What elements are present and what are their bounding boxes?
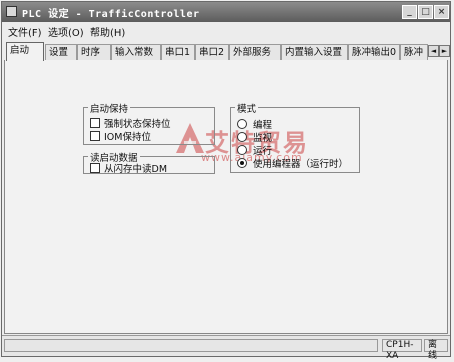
tab-serial-port-1[interactable]: 串口1: [161, 44, 195, 60]
app-icon: [6, 6, 17, 17]
plc-settings-window: PLC 设定 - TrafficController _ □ × 文件(F) 选…: [1, 1, 451, 361]
mode-run-radio[interactable]: [237, 145, 247, 155]
tab-scroll-right-icon[interactable]: ►: [439, 45, 450, 57]
mode-use-programmer-radio[interactable]: [237, 158, 247, 168]
window-title: PLC 设定 - TrafficController: [22, 9, 200, 20]
read-dm-from-flash-checkbox[interactable]: [90, 163, 100, 173]
menu-options[interactable]: 选项(O): [48, 24, 84, 39]
mode-group: 模式 编程 监视 运行 使用编程器（运行时）: [230, 101, 360, 173]
mode-program-option[interactable]: 编程: [237, 117, 272, 131]
tab-settings[interactable]: 设置: [45, 44, 77, 60]
startup-panel: 艾特贸易 www.aiamy.com 启动保持 强制状态保持位 IOM保持位 读…: [4, 60, 448, 334]
startup-read-group: 读启动数据 从闪存中读DM: [83, 150, 215, 175]
tab-serial-port-2[interactable]: 串口2: [195, 44, 229, 60]
minimize-button[interactable]: _: [402, 5, 417, 19]
startup-hold-group: 启动保持 强制状态保持位 IOM保持位: [83, 101, 215, 145]
mode-monitor-radio[interactable]: [237, 132, 247, 142]
tab-startup[interactable]: 启动: [6, 42, 44, 61]
connection-status: 离线: [424, 339, 448, 361]
tab-pulse-more[interactable]: 脉冲: [400, 44, 428, 60]
mode-use-programmer-option[interactable]: 使用编程器（运行时）: [237, 156, 348, 170]
iom-hold-label: IOM保持位: [104, 132, 151, 143]
status-message-area: [4, 339, 378, 352]
startup-hold-title: 启动保持: [88, 101, 131, 115]
maximize-button[interactable]: □: [418, 5, 433, 19]
status-bar: CP1H-XA 离线: [2, 335, 450, 361]
mode-title: 模式: [235, 101, 259, 115]
tab-external-service[interactable]: 外部服务: [229, 44, 281, 60]
menu-file[interactable]: 文件(F): [8, 24, 42, 39]
menu-bar: 文件(F) 选项(O) 帮助(H): [2, 22, 450, 39]
title-bar[interactable]: PLC 设定 - TrafficController _ □ ×: [2, 2, 450, 22]
menu-help[interactable]: 帮助(H): [90, 24, 125, 39]
force-status-hold-option[interactable]: 强制状态保持位: [90, 116, 171, 130]
mode-run-option[interactable]: 运行: [237, 143, 272, 157]
tab-timing[interactable]: 时序: [77, 44, 111, 60]
tab-builtin-input[interactable]: 内置输入设置: [281, 44, 348, 60]
force-status-hold-checkbox[interactable]: [90, 118, 100, 128]
tab-input-constants[interactable]: 输入常数: [111, 44, 161, 60]
iom-hold-option[interactable]: IOM保持位: [90, 129, 151, 143]
tab-strip: 启动 设置 时序 输入常数 串口1 串口2 外部服务 内置输入设置 脉冲输出0 …: [4, 42, 450, 61]
plc-model-status: CP1H-XA: [382, 339, 422, 361]
tab-pulse-output-0[interactable]: 脉冲输出0: [348, 44, 400, 60]
mode-monitor-option[interactable]: 监视: [237, 130, 272, 144]
read-dm-from-flash-option[interactable]: 从闪存中读DM: [90, 161, 167, 175]
mode-use-programmer-label: 使用编程器（运行时）: [253, 159, 349, 170]
read-dm-from-flash-label: 从闪存中读DM: [104, 164, 168, 175]
mode-program-radio[interactable]: [237, 119, 247, 129]
tab-scroll-left-icon[interactable]: ◄: [428, 45, 439, 57]
close-button[interactable]: ×: [434, 5, 449, 19]
iom-hold-checkbox[interactable]: [90, 131, 100, 141]
